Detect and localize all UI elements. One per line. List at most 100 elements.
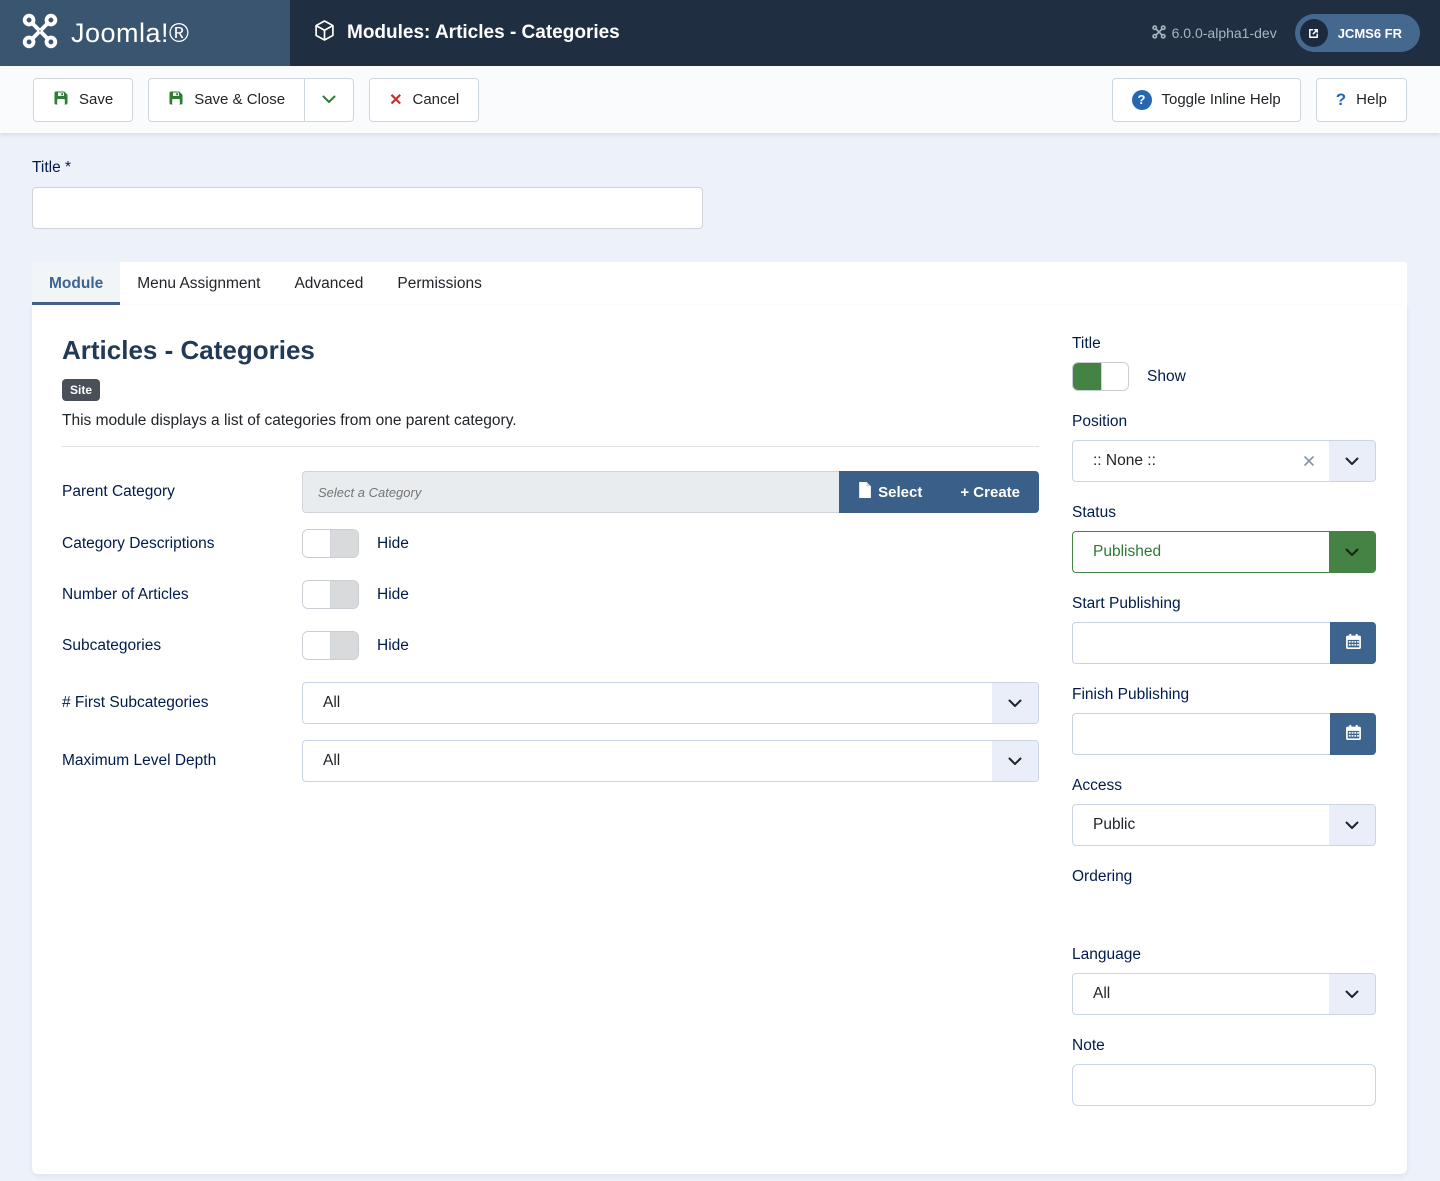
cancel-button[interactable]: ✕ Cancel bbox=[369, 78, 479, 122]
access-label: Access bbox=[1072, 777, 1376, 795]
status-field: Status Published bbox=[1072, 504, 1376, 573]
finish-publishing-calendar-button[interactable] bbox=[1330, 713, 1376, 755]
select-category-label: Select bbox=[878, 484, 922, 501]
ordering-label: Ordering bbox=[1072, 868, 1376, 886]
module-options-sidebar: Title Show Position :: None :: bbox=[1072, 335, 1376, 1128]
title-show-field: Title Show bbox=[1072, 335, 1376, 391]
max-level-depth-label: Maximum Level Depth bbox=[62, 752, 302, 770]
subcategories-control: Hide bbox=[302, 631, 1039, 660]
toggle-inline-help-button[interactable]: ? Toggle Inline Help bbox=[1112, 78, 1301, 122]
start-publishing-input[interactable] bbox=[1072, 622, 1330, 664]
joomla-wordmark: Joomla!® bbox=[71, 18, 189, 49]
position-label: Position bbox=[1072, 413, 1376, 431]
max-level-depth-select[interactable]: All bbox=[302, 740, 1039, 782]
category-descriptions-row: Category Descriptions Hide bbox=[62, 529, 1039, 558]
page-title: Modules: Articles - Categories bbox=[347, 22, 620, 44]
note-label: Note bbox=[1072, 1037, 1376, 1055]
calendar-icon bbox=[1345, 633, 1362, 653]
cancel-label: Cancel bbox=[413, 91, 460, 108]
subcategories-toggle[interactable] bbox=[302, 631, 359, 660]
parent-category-input[interactable] bbox=[302, 471, 839, 513]
category-descriptions-label: Category Descriptions bbox=[62, 535, 302, 553]
number-of-articles-state: Hide bbox=[377, 586, 409, 604]
finish-publishing-input[interactable] bbox=[1072, 713, 1330, 755]
max-level-depth-row: Maximum Level Depth All bbox=[62, 740, 1039, 782]
title-show-label: Title bbox=[1072, 335, 1376, 353]
access-select[interactable]: Public bbox=[1072, 804, 1376, 846]
first-subcategories-value: All bbox=[303, 683, 992, 723]
first-subcategories-select[interactable]: All bbox=[302, 682, 1039, 724]
toolbar-left: Save Save & Close bbox=[33, 78, 479, 122]
logo-area: Joomla!® bbox=[0, 0, 290, 66]
tab-permissions[interactable]: Permissions bbox=[380, 262, 498, 305]
language-field: Language All bbox=[1072, 946, 1376, 1015]
question-circle-icon: ? bbox=[1132, 90, 1152, 110]
site-button-label: JCMS6 FR bbox=[1338, 26, 1402, 41]
chevron-down-icon bbox=[992, 741, 1038, 781]
position-value: :: None :: bbox=[1073, 441, 1304, 481]
status-select[interactable]: Published bbox=[1072, 531, 1376, 573]
parent-category-control: Select + Create bbox=[302, 471, 1039, 513]
toolbar-right: ? Toggle Inline Help ? Help bbox=[1112, 78, 1408, 122]
title-field-label: Title * bbox=[32, 159, 1407, 177]
create-category-label: + Create bbox=[960, 484, 1020, 501]
clear-position-icon[interactable] bbox=[1304, 441, 1329, 481]
title-input[interactable] bbox=[32, 187, 703, 229]
title-show-state: Show bbox=[1147, 368, 1186, 386]
select-category-button[interactable]: Select bbox=[839, 471, 941, 513]
app-header: Joomla!® Modules: Articles - Categories … bbox=[0, 0, 1440, 66]
save-button[interactable]: Save bbox=[33, 78, 133, 122]
floppy-disk-icon bbox=[168, 90, 184, 110]
number-of-articles-row: Number of Articles Hide bbox=[62, 580, 1039, 609]
number-of-articles-toggle[interactable] bbox=[302, 580, 359, 609]
module-description: This module displays a list of categorie… bbox=[62, 412, 1039, 430]
first-subcategories-label: # First Subcategories bbox=[62, 694, 302, 712]
site-badge: Site bbox=[62, 379, 100, 401]
title-show-toggle[interactable] bbox=[1072, 362, 1129, 391]
divider bbox=[62, 446, 1039, 447]
note-field: Note bbox=[1072, 1037, 1376, 1106]
tab-advanced[interactable]: Advanced bbox=[277, 262, 380, 305]
start-publishing-calendar-button[interactable] bbox=[1330, 622, 1376, 664]
version-info: 6.0.0-alpha1-dev bbox=[1152, 25, 1277, 42]
language-label: Language bbox=[1072, 946, 1376, 964]
x-mark-icon: ✕ bbox=[389, 90, 402, 110]
help-button[interactable]: ? Help bbox=[1316, 78, 1407, 122]
ordering-field: Ordering bbox=[1072, 868, 1376, 924]
access-field: Access Public bbox=[1072, 777, 1376, 846]
chevron-down-icon bbox=[1329, 441, 1375, 481]
status-label: Status bbox=[1072, 504, 1376, 522]
module-tab-panel: Articles - Categories Site This module d… bbox=[32, 305, 1407, 1174]
first-subcategories-control: All bbox=[302, 682, 1039, 724]
subcategories-label: Subcategories bbox=[62, 637, 302, 655]
max-level-depth-control: All bbox=[302, 740, 1039, 782]
language-select[interactable]: All bbox=[1072, 973, 1376, 1015]
toggle-inline-help-label: Toggle Inline Help bbox=[1162, 91, 1281, 108]
finish-publishing-label: Finish Publishing bbox=[1072, 686, 1376, 704]
save-label: Save bbox=[79, 91, 113, 108]
number-of-articles-label: Number of Articles bbox=[62, 586, 302, 604]
tab-module[interactable]: Module bbox=[32, 262, 120, 305]
category-descriptions-control: Hide bbox=[302, 529, 1039, 558]
subcategories-state: Hide bbox=[377, 637, 409, 655]
save-close-button[interactable]: Save & Close bbox=[148, 78, 305, 122]
create-category-button[interactable]: + Create bbox=[941, 471, 1039, 513]
save-close-split-button: Save & Close bbox=[148, 78, 354, 122]
preview-site-button[interactable]: JCMS6 FR bbox=[1295, 14, 1420, 52]
version-text: 6.0.0-alpha1-dev bbox=[1172, 25, 1277, 41]
file-icon bbox=[858, 482, 871, 502]
position-select[interactable]: :: None :: bbox=[1072, 440, 1376, 482]
page-title-bar: Modules: Articles - Categories bbox=[290, 0, 1152, 66]
save-options-dropdown-button[interactable] bbox=[305, 78, 354, 122]
save-close-label: Save & Close bbox=[194, 91, 285, 108]
start-publishing-field: Start Publishing bbox=[1072, 595, 1376, 664]
category-descriptions-toggle[interactable] bbox=[302, 529, 359, 558]
ordering-empty-control bbox=[1072, 895, 1376, 924]
language-value: All bbox=[1073, 974, 1329, 1014]
module-heading: Articles - Categories bbox=[62, 335, 1039, 366]
tab-menu-assignment[interactable]: Menu Assignment bbox=[120, 262, 277, 305]
parent-category-row: Parent Category Select bbox=[62, 471, 1039, 513]
floppy-disk-icon bbox=[53, 90, 69, 110]
status-value: Published bbox=[1073, 532, 1329, 572]
note-input[interactable] bbox=[1072, 1064, 1376, 1106]
